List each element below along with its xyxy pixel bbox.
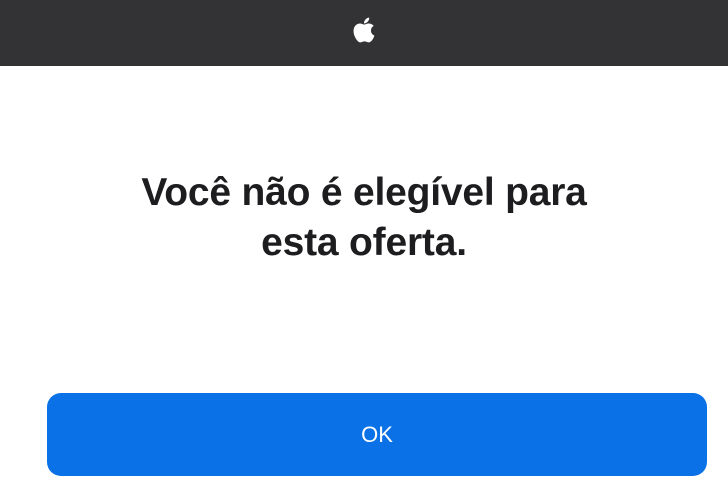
page: Você não é elegível para esta oferta. OK [0,0,728,500]
apple-logo-icon [353,17,375,43]
message-line-1: Você não é elegível para [141,171,587,214]
ineligible-message: Você não é elegível para esta oferta. [0,168,728,268]
top-bar [0,0,728,66]
message-line-2: esta oferta. [261,221,467,264]
ok-button[interactable]: OK [47,393,707,476]
